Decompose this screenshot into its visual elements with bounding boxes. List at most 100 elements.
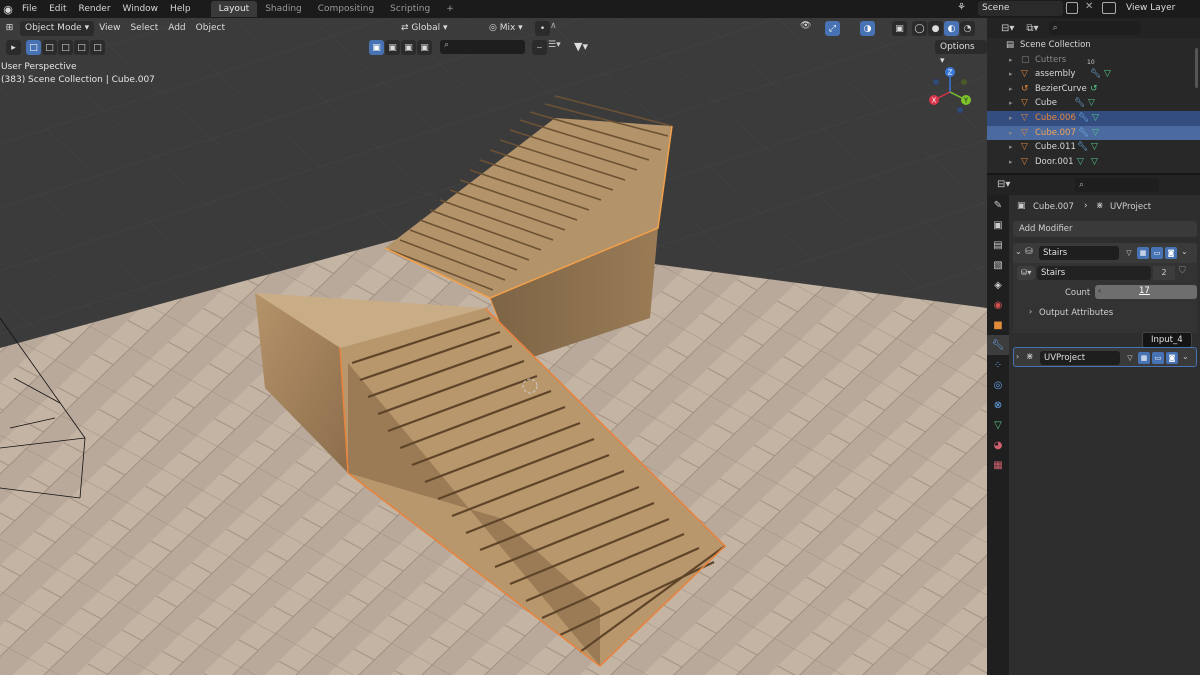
outliner-scrollbar[interactable] bbox=[1195, 48, 1198, 88]
node-group-users-count[interactable]: 2 bbox=[1153, 266, 1175, 280]
count-field[interactable]: ‹ 17 bbox=[1095, 285, 1197, 299]
output-attributes-panel[interactable]: Output Attributes bbox=[1039, 308, 1113, 318]
curve-data-icon[interactable]: ↺ bbox=[1090, 82, 1098, 97]
material-shading-icon[interactable]: ◐ bbox=[944, 21, 959, 36]
expand-arrow-icon[interactable]: ▸ bbox=[1009, 96, 1013, 111]
wireframe-shading-icon[interactable]: ◯ bbox=[912, 21, 927, 36]
blender-logo-icon[interactable]: ◉ bbox=[0, 0, 16, 18]
menu-window[interactable]: Window bbox=[117, 0, 165, 18]
scene-collection-row[interactable]: ▤ Scene Collection bbox=[987, 38, 1200, 53]
orientation-dropdown[interactable]: ⇄ Global ▾ bbox=[396, 21, 453, 36]
editor-type-icon[interactable]: ⊞ bbox=[2, 21, 17, 36]
outliner-row-beziercurve[interactable]: ▸ ↺ BezierCurve ↺ bbox=[987, 82, 1200, 97]
modifier-wrench-icon[interactable]: 🔧︎ bbox=[1074, 96, 1085, 111]
menu-file[interactable]: File bbox=[16, 0, 43, 18]
tab-scripting[interactable]: Scripting bbox=[382, 1, 438, 17]
properties-search-input[interactable]: ⌕ bbox=[1075, 178, 1159, 192]
output-tab-icon[interactable]: ▤ bbox=[987, 235, 1009, 255]
modifier-wrench-icon[interactable]: 🔧︎ bbox=[1090, 67, 1101, 82]
node-group-selector-icon[interactable]: ⛁▾ bbox=[1017, 266, 1035, 280]
expand-arrow-icon[interactable]: ▸ bbox=[1009, 126, 1013, 141]
tool-tab-icon[interactable]: ✎ bbox=[987, 195, 1009, 215]
gizmo-toggle-icon[interactable]: ⤢ bbox=[825, 21, 840, 36]
collapse-arrow-icon[interactable]: ⌄ bbox=[1015, 247, 1022, 256]
expand-arrow-icon[interactable]: ▸ bbox=[1009, 140, 1013, 155]
realtime-icon[interactable]: ▭ bbox=[1151, 247, 1163, 259]
menu-add[interactable]: Add bbox=[163, 21, 190, 36]
select-box-mode-icon[interactable]: □ bbox=[26, 40, 41, 55]
outliner-row-cube-007[interactable]: ▸ ▽ Cube.007 🔧︎ ▽ bbox=[987, 125, 1200, 141]
snap-options-icon[interactable]: ☰▾ bbox=[548, 40, 561, 50]
modifier-tab-icon[interactable]: 🔧︎ bbox=[987, 335, 1009, 355]
modifier-wrench-icon[interactable]: 🔧︎ bbox=[1078, 126, 1089, 141]
xray-icon[interactable]: ▣ bbox=[892, 21, 907, 36]
scene-selector[interactable]: Scene bbox=[978, 1, 1063, 16]
snap-target-icon[interactable]: ⌣ bbox=[532, 40, 547, 55]
select-invert-icon[interactable]: □ bbox=[74, 40, 89, 55]
outliner-row-cutters[interactable]: ▸ ▢ Cutters 10 bbox=[987, 53, 1200, 68]
on-cage-icon[interactable]: ▽ bbox=[1123, 247, 1135, 259]
edit-mode-icon[interactable]: ▦ bbox=[1137, 247, 1149, 259]
tab-shading[interactable]: Shading bbox=[257, 1, 310, 17]
options-button[interactable]: Options ▾ bbox=[935, 40, 987, 66]
world-tab-icon[interactable]: ◉ bbox=[987, 295, 1009, 315]
view-layer-tab-icon[interactable]: ▧ bbox=[987, 255, 1009, 275]
tab-compositing[interactable]: Compositing bbox=[310, 1, 382, 17]
on-cage-icon[interactable]: ▽ bbox=[1124, 352, 1136, 364]
properties-editor-icon[interactable]: ⊟▾ bbox=[997, 179, 1010, 190]
select-extend-icon[interactable]: □ bbox=[42, 40, 57, 55]
render-tab-icon[interactable]: ▣ bbox=[987, 215, 1009, 235]
mesh-data-icon[interactable]: ▽ bbox=[1091, 155, 1098, 170]
proportional-edit-icon[interactable]: ∧ bbox=[550, 21, 557, 31]
view-layer-selector[interactable]: View Layer bbox=[1122, 1, 1200, 16]
render-camera-icon[interactable]: ◙ bbox=[1166, 352, 1178, 364]
filter-light-icon[interactable]: ▣ bbox=[417, 40, 432, 55]
particles-tab-icon[interactable]: ⁘ bbox=[987, 355, 1009, 375]
expand-arrow-icon[interactable]: › bbox=[1029, 307, 1032, 316]
realtime-icon[interactable]: ▭ bbox=[1152, 352, 1164, 364]
mesh-data-icon[interactable]: ▽ bbox=[1092, 111, 1099, 126]
data-tab-icon[interactable]: ▽ bbox=[987, 415, 1009, 435]
decrement-arrow-icon[interactable]: ‹ bbox=[1098, 286, 1101, 295]
scene-tab-icon[interactable]: ◈ bbox=[987, 275, 1009, 295]
filter-empty-icon[interactable]: ▣ bbox=[401, 40, 416, 55]
modifier-wrench-icon[interactable]: 🔧︎ bbox=[1078, 111, 1089, 126]
outliner-row-assembly[interactable]: ▸ ▽ assembly 🔧︎ ▽ bbox=[987, 67, 1200, 82]
viewport-search-input[interactable]: ⌕ bbox=[440, 40, 525, 54]
add-modifier-button[interactable]: Add Modifier bbox=[1013, 221, 1197, 237]
stairs-modifier-name-input[interactable]: Stairs bbox=[1039, 246, 1119, 260]
fake-user-shield-icon[interactable]: ⛉ bbox=[1179, 266, 1186, 276]
object-tab-icon[interactable]: ■ bbox=[987, 315, 1009, 335]
snap-icon[interactable]: • bbox=[535, 21, 550, 36]
modifier-menu-icon[interactable]: ⌄ bbox=[1181, 247, 1188, 256]
menu-render[interactable]: Render bbox=[73, 0, 117, 18]
outliner-row-cube-011[interactable]: ▸ ▽ Cube.011 🔧︎ ▽ bbox=[987, 140, 1200, 155]
material-tab-icon[interactable]: ◕ bbox=[987, 435, 1009, 455]
navigation-gizmo[interactable]: Z Y X bbox=[922, 66, 978, 116]
physics-tab-icon[interactable]: ◎ bbox=[987, 375, 1009, 395]
expand-arrow-icon[interactable]: ▸ bbox=[1009, 53, 1013, 68]
visibility-icon[interactable]: 👁 bbox=[800, 21, 811, 31]
menu-help[interactable]: Help bbox=[164, 0, 197, 18]
node-group-name-input[interactable]: Stairs bbox=[1037, 266, 1151, 280]
outliner-editor-icon[interactable]: ⊟▾ bbox=[1001, 23, 1014, 34]
texture-tab-icon[interactable]: ▦ bbox=[987, 455, 1009, 475]
filter-mesh-icon[interactable]: ▣ bbox=[369, 40, 384, 55]
filter-icon[interactable]: ▼▾ bbox=[574, 40, 588, 53]
mode-dropdown[interactable]: Object Mode ▾ bbox=[20, 20, 95, 36]
outliner-row-cube[interactable]: ▸ ▽ Cube 🔧︎ ▽ bbox=[987, 96, 1200, 111]
solid-shading-icon[interactable]: ● bbox=[928, 21, 943, 36]
menu-object[interactable]: Object bbox=[191, 21, 230, 36]
menu-view[interactable]: View bbox=[94, 21, 125, 36]
menu-edit[interactable]: Edit bbox=[43, 0, 72, 18]
menu-select[interactable]: Select bbox=[125, 21, 163, 36]
copy-scene-icon[interactable] bbox=[1066, 2, 1078, 14]
edit-mode-icon[interactable]: ▦ bbox=[1138, 352, 1150, 364]
expand-arrow-icon[interactable]: ▸ bbox=[1009, 67, 1013, 82]
modifier-menu-icon[interactable]: ⌄ bbox=[1182, 352, 1189, 361]
tab-layout[interactable]: Layout bbox=[210, 1, 258, 17]
mesh-data-icon[interactable]: ▽ bbox=[1092, 126, 1099, 141]
add-workspace-button[interactable]: + bbox=[438, 1, 462, 17]
outliner-row-cube-006[interactable]: ▸ ▽ Cube.006 🔧︎ ▽ bbox=[987, 110, 1200, 126]
outliner-search-input[interactable]: ⌕ bbox=[1048, 21, 1141, 35]
